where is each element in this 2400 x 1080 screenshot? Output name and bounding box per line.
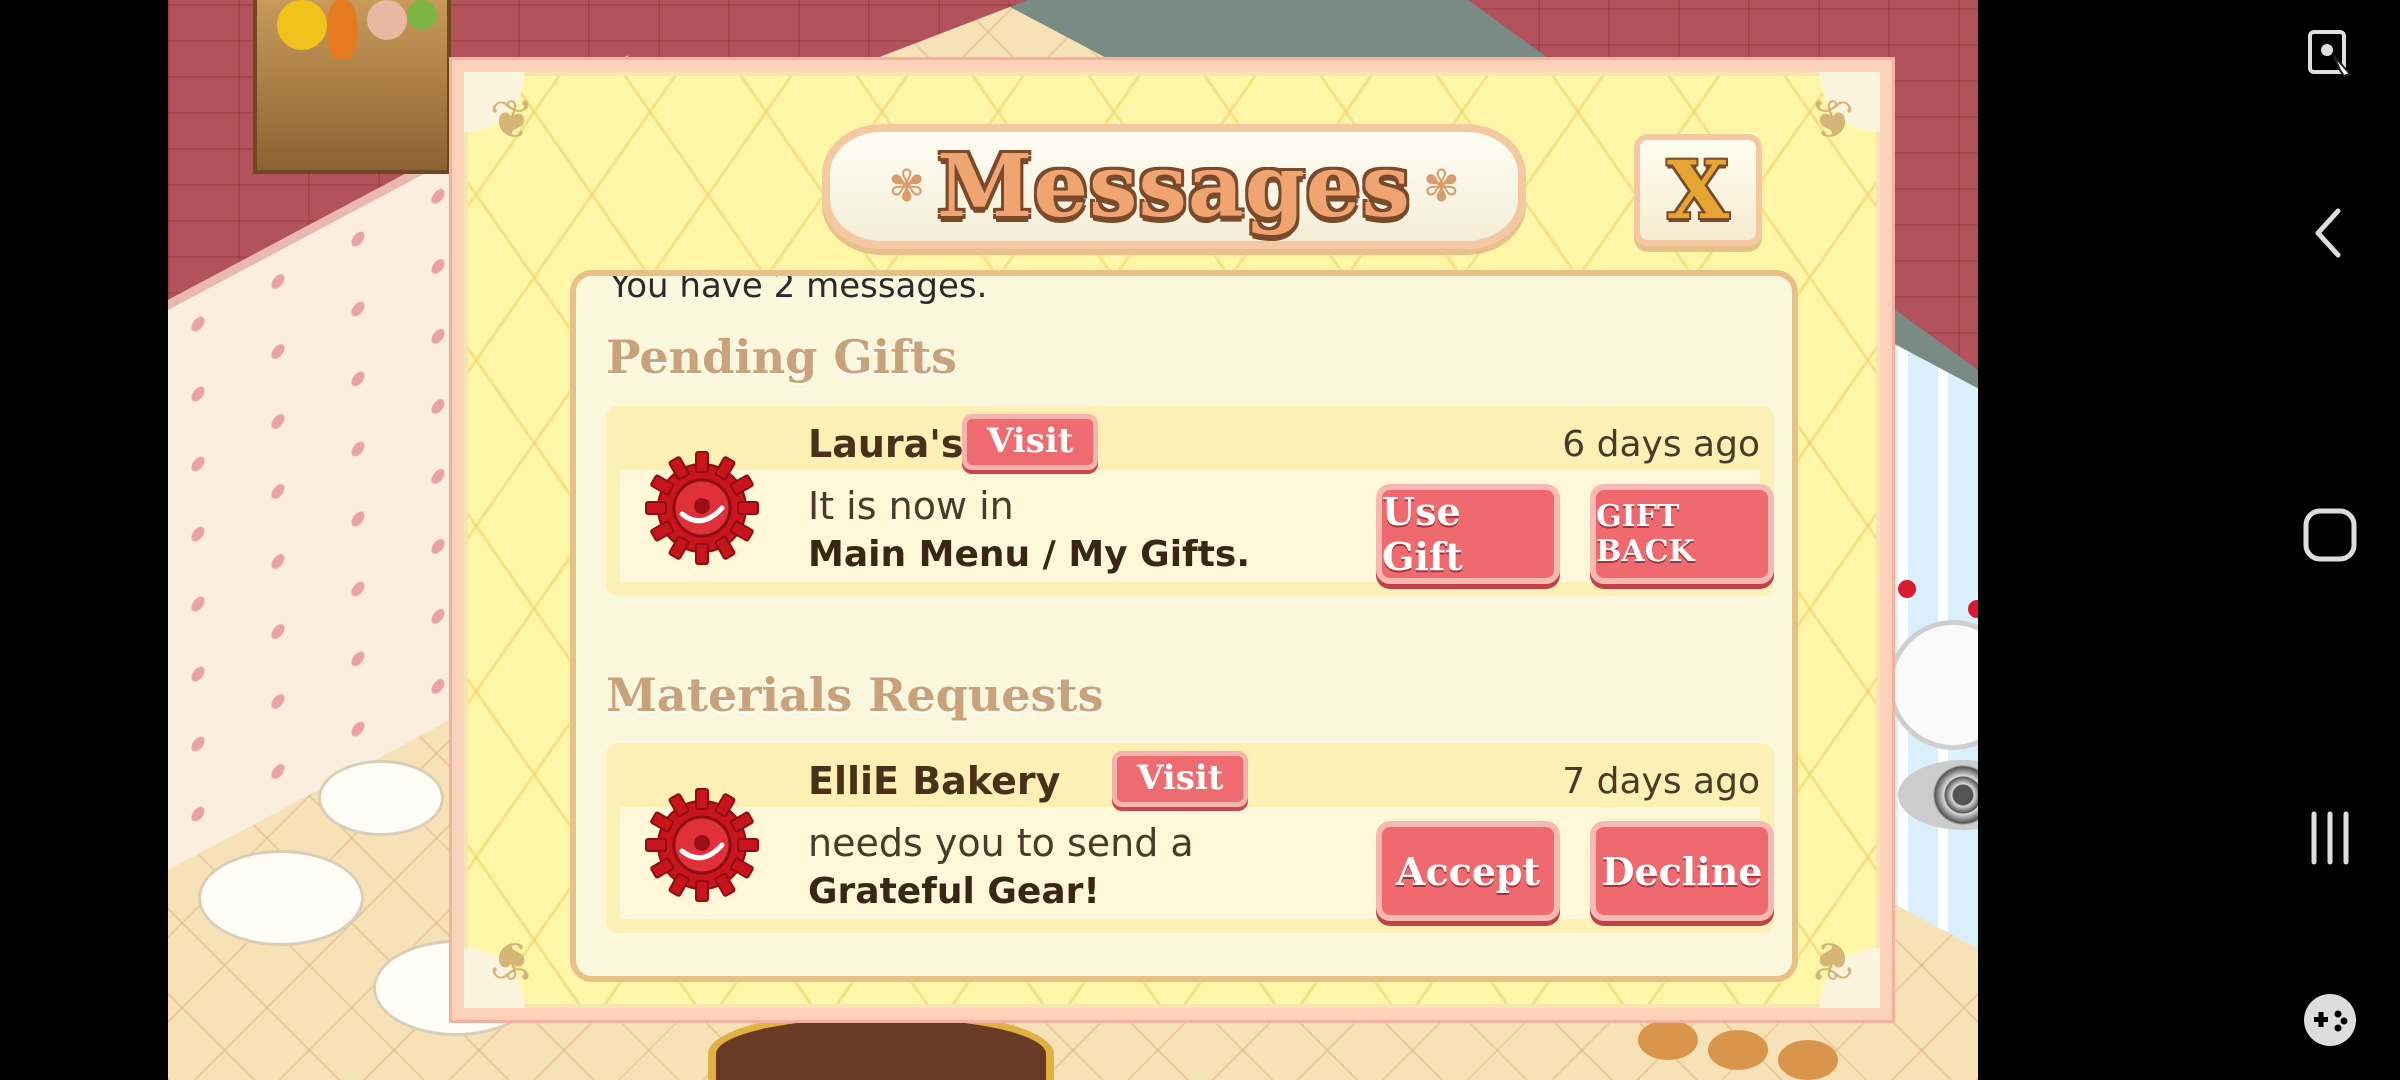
table — [318, 760, 444, 836]
use-gift-button[interactable]: Use Gift — [1376, 484, 1560, 584]
message-text: It is now in — [808, 484, 1014, 528]
cake — [708, 1010, 1054, 1080]
corner-ornament: ❦ — [464, 72, 560, 168]
message-text: needs you to send a — [808, 821, 1194, 865]
accept-button[interactable]: Accept — [1376, 821, 1560, 921]
close-button[interactable]: X — [1634, 134, 1762, 246]
message-card: Laura's Visit 6 days ago It is now in Ma… — [606, 406, 1774, 596]
cookie — [1778, 1040, 1838, 1080]
back-icon[interactable] — [2300, 203, 2360, 263]
recent-apps-icon[interactable] — [2300, 808, 2360, 868]
gift-back-button[interactable]: GIFT BACK — [1590, 484, 1774, 584]
timestamp: 6 days ago — [1562, 424, 1760, 465]
sender-name: Laura's — [808, 422, 964, 466]
flourish-icon: ✾ — [888, 161, 926, 212]
messages-dialog: ❦ ❦ ❦ ❦ ✾ Messages ✾ X You have 2 messag… — [452, 60, 1892, 1020]
section-title-materials-requests: Materials Requests — [606, 668, 1104, 722]
decline-button[interactable]: Decline — [1590, 821, 1774, 921]
visit-button[interactable]: Visit — [1112, 751, 1249, 807]
red-gear-icon — [645, 788, 759, 902]
screen-lock-icon[interactable] — [2300, 24, 2360, 84]
cookie — [1708, 1030, 1768, 1070]
system-navigation-bar — [2178, 0, 2400, 1080]
home-icon[interactable] — [2300, 505, 2360, 565]
section-title-pending-gifts: Pending Gifts — [606, 330, 958, 384]
table — [198, 850, 364, 946]
rose — [1898, 580, 1916, 598]
sender-name: ElliE Bakery — [808, 759, 1061, 803]
dialog-title: Messages — [937, 136, 1411, 237]
produce-crate — [253, 0, 451, 174]
corner-ornament: ❦ — [464, 912, 560, 1008]
message-detail: Grateful Gear! — [808, 871, 1100, 912]
close-icon: X — [1666, 143, 1730, 237]
corner-ornament: ❦ — [1784, 912, 1880, 1008]
flourish-icon: ✾ — [1422, 161, 1460, 212]
timestamp: 7 days ago — [1562, 761, 1760, 802]
message-list-panel[interactable]: You have 2 messages. Pending Gifts Laura… — [570, 270, 1798, 982]
message-card: ElliE Bakery Visit 7 days ago needs you … — [606, 743, 1774, 933]
message-detail: Main Menu / My Gifts. — [808, 534, 1251, 575]
game-tools-icon[interactable] — [2300, 990, 2360, 1050]
message-count: You have 2 messages. — [610, 270, 988, 306]
corner-ornament: ❦ — [1784, 72, 1880, 168]
visit-button[interactable]: Visit — [962, 414, 1099, 470]
red-gear-icon — [645, 451, 759, 565]
title-banner: ✾ Messages ✾ — [822, 124, 1526, 249]
cookie — [1638, 1020, 1698, 1060]
